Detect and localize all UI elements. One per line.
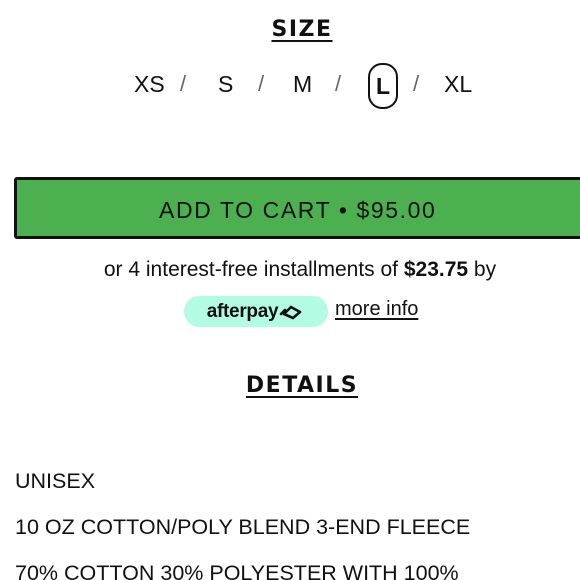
installments-text: or 4 interest-free installments of $23.7… (0, 258, 580, 282)
size-selector: XS / S / M / L / XL (0, 62, 580, 110)
detail-line: 10 OZ COTTON/POLY BLEND 3-END FLEECE (15, 515, 471, 539)
detail-line: UNISEX (15, 469, 96, 493)
add-to-cart-label: ADD TO CART • $95.00 (159, 197, 437, 223)
details-heading: DETAILS (245, 373, 359, 398)
size-separator: / (258, 71, 265, 96)
size-option-l-selected[interactable]: L (368, 63, 398, 109)
size-separator: / (180, 71, 187, 96)
more-info-link[interactable]: more info (335, 298, 418, 321)
installments-prefix: or 4 interest-free installments of (103, 258, 398, 281)
installments-suffix: by (473, 258, 497, 281)
add-to-cart-button[interactable]: ADD TO CART • $95.00 (14, 177, 580, 239)
size-option-s[interactable]: S (218, 70, 233, 98)
afterpay-wordmark: afterpay (206, 300, 279, 322)
size-heading: SIZE (271, 17, 333, 42)
product-options-panel: SIZE XS / S / M / L / XL ADD TO CART • $… (0, 0, 580, 580)
afterpay-badge[interactable]: afterpay (184, 296, 328, 327)
size-option-xs[interactable]: XS (134, 70, 165, 98)
size-option-m[interactable]: M (293, 70, 312, 98)
installment-amount: $23.75 (403, 258, 469, 281)
size-option-xl[interactable]: XL (444, 70, 472, 98)
afterpay-arrows-icon (279, 305, 302, 319)
size-separator: / (413, 71, 420, 96)
size-separator: / (335, 71, 342, 96)
detail-line: 70% COTTON 30% POLYESTER WITH 100% (15, 561, 459, 580)
